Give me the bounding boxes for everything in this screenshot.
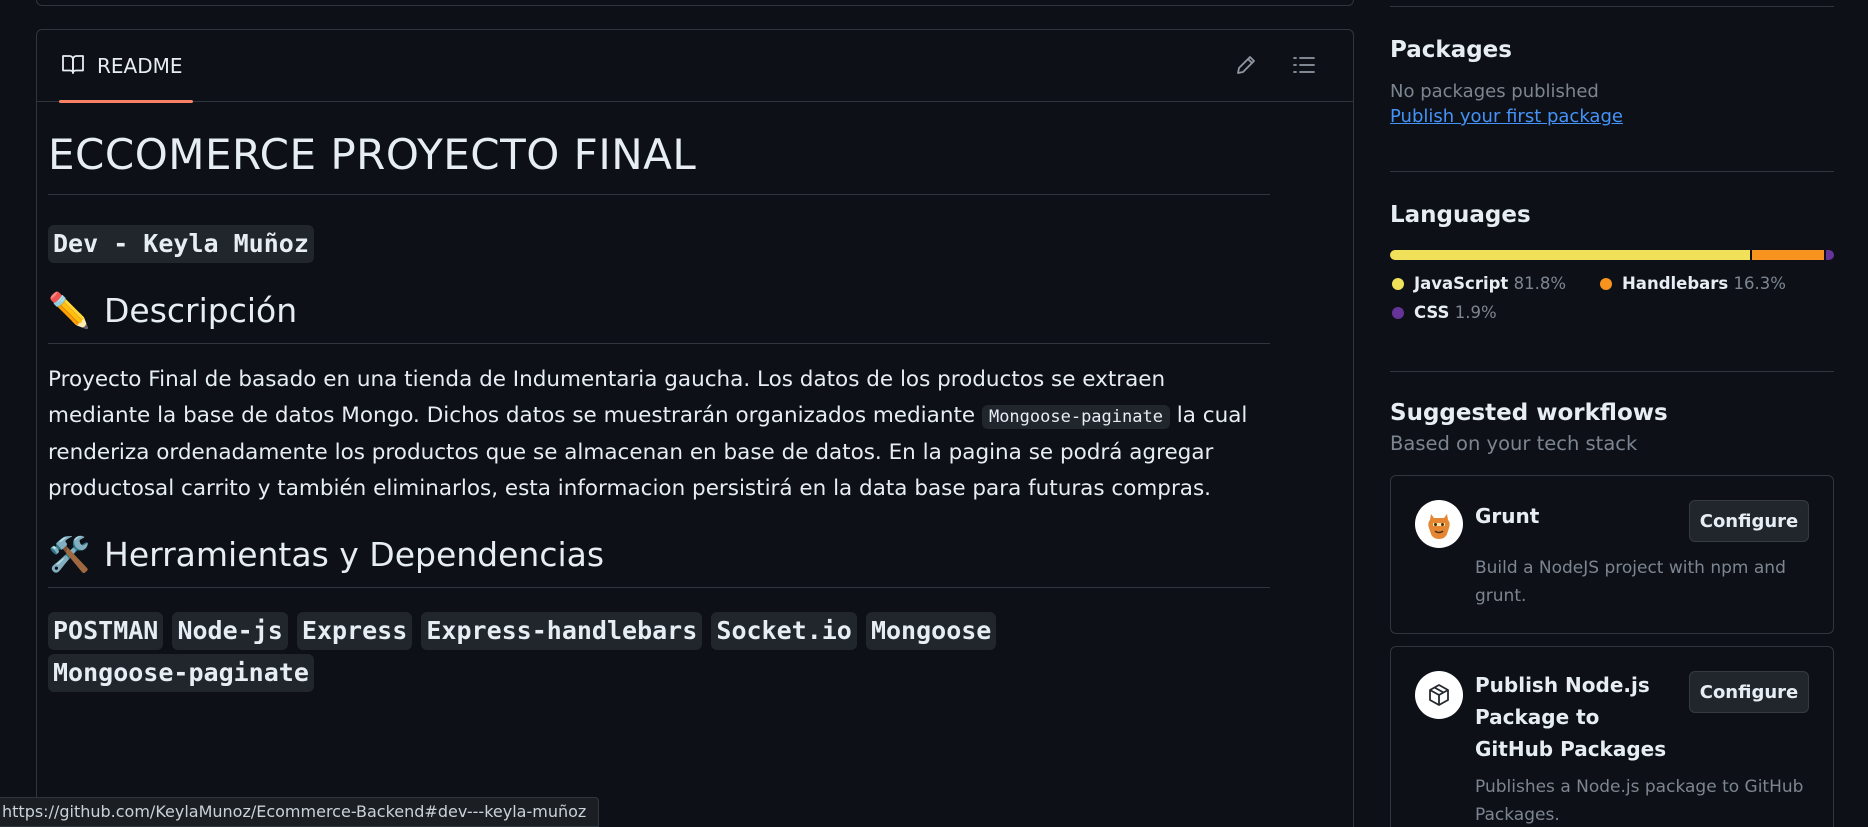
language-name: Handlebars xyxy=(1622,274,1729,293)
language-name: JavaScript xyxy=(1414,274,1509,293)
configure-button[interactable]: Configure xyxy=(1689,671,1809,713)
tool-tag: Express-handlebars xyxy=(421,612,703,650)
readme-header: README xyxy=(37,30,1353,103)
tool-tag: Express xyxy=(296,612,413,650)
workflow-description: Build a NodeJS project with npm and grun… xyxy=(1475,558,1786,606)
language-item-handlebars[interactable]: Handlebars 16.3% xyxy=(1600,274,1786,293)
active-tab-underline xyxy=(59,100,193,103)
languages-title: Languages xyxy=(1390,202,1531,228)
language-percent: 1.9% xyxy=(1454,303,1497,322)
readme-tab[interactable]: README xyxy=(49,30,193,103)
language-bar-segment-javascript[interactable] xyxy=(1390,250,1750,260)
previous-box-edge xyxy=(36,0,1354,6)
language-bar-segment-css[interactable] xyxy=(1825,250,1834,260)
tools-heading-text: Herramientas y Dependencias xyxy=(104,535,605,574)
dev-credit-code: Dev - Keyla Muñoz xyxy=(48,225,314,263)
workflow-description: Publishes a Node.js package to GitHub Pa… xyxy=(1475,777,1804,825)
package-icon xyxy=(1415,671,1463,719)
language-dot xyxy=(1600,277,1612,290)
repo-sidebar: Packages No packages published Publish y… xyxy=(1390,0,1834,827)
description-paragraph: Proyecto Final de basado en una tienda d… xyxy=(48,362,1270,507)
languages-bar xyxy=(1390,250,1834,260)
book-icon xyxy=(61,53,85,80)
workflows-title: Suggested workflows xyxy=(1390,400,1668,426)
tool-tag: Mongoose xyxy=(865,612,997,650)
no-packages-text: No packages published xyxy=(1390,81,1599,102)
tools-heading: 🛠️ Herramientas y Dependencias xyxy=(48,533,1270,588)
status-bar-url: https://github.com/KeylaMunoz/Ecommerce-… xyxy=(0,797,600,827)
packages-title[interactable]: Packages xyxy=(1390,37,1834,63)
edit-pencil-icon[interactable] xyxy=(1233,52,1259,78)
workflow-card-grunt: Grunt Build a NodeJS project with npm an… xyxy=(1390,475,1834,634)
description-heading-text: Descripción xyxy=(104,291,298,330)
workflow-title: Grunt xyxy=(1475,504,1540,528)
publish-package-link[interactable]: Publish your first package xyxy=(1390,106,1834,127)
readme-markdown: ECCOMERCE PROYECTO FINAL Dev - Keyla Muñ… xyxy=(48,128,1270,696)
tools-emoji-icon: 🛠️ xyxy=(48,535,91,575)
language-dot xyxy=(1392,277,1404,290)
workflow-title: Publish Node.js Package to GitHub Packag… xyxy=(1475,673,1667,761)
language-percent: 81.8% xyxy=(1513,274,1566,293)
workflows-subtitle: Based on your tech stack xyxy=(1390,432,1638,455)
tool-tag: POSTMAN xyxy=(48,612,164,650)
description-heading: ✏️ Descripción xyxy=(48,289,1270,344)
readme-tab-label: README xyxy=(97,54,183,78)
languages-section: Languages JavaScript 81.8% Handlebars 16… xyxy=(1390,172,1834,371)
workflow-card-publish-nodejs: Publish Node.js Package to GitHub Packag… xyxy=(1390,646,1834,827)
pencil-emoji-icon: ✏️ xyxy=(48,291,91,331)
language-name: CSS xyxy=(1414,303,1450,322)
grunt-logo-icon xyxy=(1415,500,1463,548)
readme-title: ECCOMERCE PROYECTO FINAL xyxy=(48,128,1270,195)
language-item-javascript[interactable]: JavaScript 81.8% xyxy=(1392,274,1566,293)
language-item-css[interactable]: CSS 1.9% xyxy=(1392,303,1497,322)
language-percent: 16.3% xyxy=(1733,274,1786,293)
tool-tag: Node-js xyxy=(172,612,288,650)
suggested-workflows-section: Suggested workflows Based on your tech s… xyxy=(1390,372,1834,827)
tool-tag: Mongoose-paginate xyxy=(48,654,314,692)
outline-list-icon[interactable] xyxy=(1291,52,1317,78)
language-dot xyxy=(1392,306,1404,319)
tools-tag-list: POSTMAN Node-js Express Express-handleba… xyxy=(48,612,1270,696)
language-bar-segment-handlebars[interactable] xyxy=(1751,250,1824,260)
configure-button[interactable]: Configure xyxy=(1689,500,1809,542)
mongoose-paginate-inline-code: Mongoose-paginate xyxy=(981,405,1170,429)
tool-tag: Socket.io xyxy=(711,612,857,650)
packages-section: Packages No packages published Publish y… xyxy=(1390,7,1834,171)
